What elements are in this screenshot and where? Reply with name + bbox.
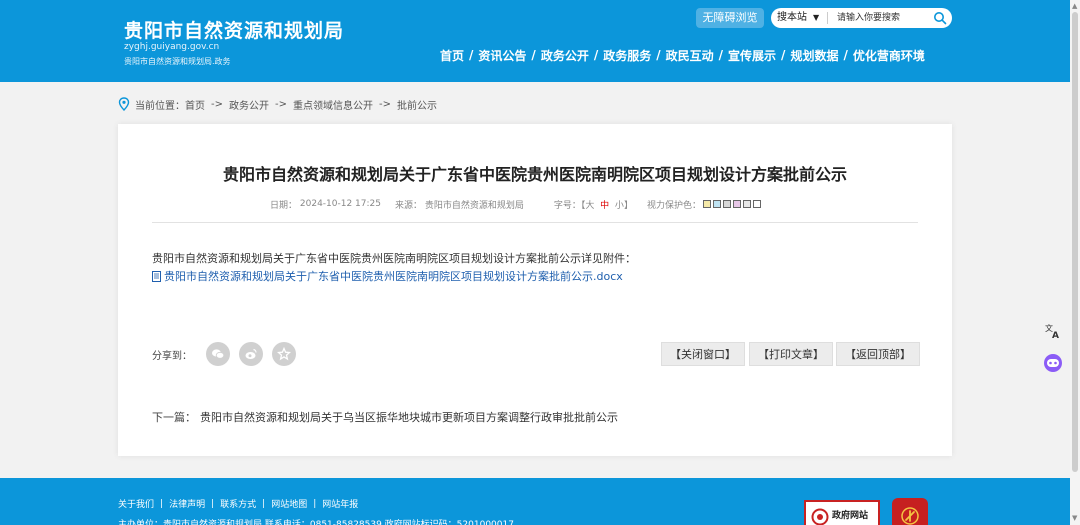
font-size-label: 字号：【 xyxy=(553,200,586,211)
font-size-close: 】 xyxy=(623,200,633,211)
footer-link-contact[interactable]: 联系方式 xyxy=(220,497,256,510)
translate-icon[interactable]: 文 A xyxy=(1040,318,1066,344)
breadcrumb-home[interactable]: 首页 xyxy=(185,97,205,112)
article-card: 贵阳市自然资源和规划局关于广东省中医院贵州医院南明院区项目规划设计方案批前公示 … xyxy=(118,124,952,456)
gov-badge-mark-icon xyxy=(811,508,829,525)
nav-home[interactable]: 首页 xyxy=(440,47,464,64)
back-to-top-button[interactable]: 【返回顶部】 xyxy=(836,342,920,366)
scroll-up-arrow-icon[interactable]: ▲ xyxy=(1072,2,1077,10)
next-article-link[interactable]: 贵阳市自然资源和规划局关于乌当区振华地块城市更新项目方案调整行政审批批前公示 xyxy=(200,409,618,425)
footer-link-legal[interactable]: 法律声明 xyxy=(169,497,205,510)
search-icon[interactable] xyxy=(933,11,947,25)
share-wechat-button[interactable] xyxy=(206,342,230,366)
gov-website-badge[interactable]: 政府网站 xyxy=(804,500,880,525)
source-label: 来源： xyxy=(395,200,423,211)
breadcrumb-arrow: -> xyxy=(211,98,223,110)
next-article-label: 下一篇： xyxy=(152,411,196,424)
eye-color-swatch[interactable] xyxy=(752,200,761,208)
nav-separator: / xyxy=(718,48,724,62)
nav-separator: / xyxy=(781,48,786,62)
eye-color-swatch[interactable] xyxy=(722,200,731,208)
chevron-down-icon: ▼ xyxy=(813,13,820,22)
scrollbar-thumb[interactable] xyxy=(1072,12,1078,472)
breadcrumb-arrow: -> xyxy=(275,98,287,110)
article-body: 贵阳市自然资源和规划局关于广东省中医院贵州医院南明院区项目规划设计方案批前公示详… xyxy=(152,252,636,265)
date-label: 日期： xyxy=(270,200,298,211)
search-box: 搜本站 ▼ 请输入你要搜索 xyxy=(771,8,952,28)
nav-news[interactable]: 资讯公告 xyxy=(478,47,526,64)
breadcrumb-gov-affairs[interactable]: 政务公开 xyxy=(229,97,269,112)
gov-badge-label: 政府网站 xyxy=(832,511,869,521)
footer-link-annual-report[interactable]: 网站年报 xyxy=(322,497,358,510)
article-title: 贵阳市自然资源和规划局关于广东省中医院贵州医院南明院区项目规划设计方案批前公示 xyxy=(222,165,847,184)
site-footer: 关于我们 | 法律声明 | 联系方式 | 网站地图 | 网站年报 主办单位：贵阳… xyxy=(0,478,1070,525)
main-nav: 首页 / 资讯公告 / 政务公开 / 政务服务 / 政民互动 / 宣传展示 / … xyxy=(440,46,925,64)
attachment-link[interactable]: 贵阳市自然资源和规划局关于广东省中医院贵州医院南明院区项目规划设计方案批前公示.… xyxy=(152,268,623,284)
site-domain: zyghj.guiyang.gov.cn xyxy=(124,42,220,52)
breadcrumb-key-areas[interactable]: 重点领域信息公开 xyxy=(293,97,373,112)
document-icon xyxy=(152,270,161,282)
font-size-large[interactable]: 大 xyxy=(585,198,594,211)
accessibility-button[interactable]: 无障碍浏览 xyxy=(696,8,764,28)
breadcrumb-arrow: -> xyxy=(379,98,391,110)
nav-planning-data[interactable]: 规划数据 xyxy=(790,47,838,64)
share-weibo-button[interactable] xyxy=(239,342,263,366)
nav-interaction[interactable]: 政民互动 xyxy=(666,47,714,64)
search-divider xyxy=(827,12,828,24)
breadcrumb: 当前位置： 首页 -> 政务公开 -> 重点领域信息公开 -> 批前公示 xyxy=(118,96,437,112)
footer-info: 主办单位：贵阳市自然资源和规划局 联系电话：0851-85828539 政府网站… xyxy=(118,520,514,525)
share-label: 分享到： xyxy=(152,351,192,362)
nav-separator: / xyxy=(531,48,536,62)
search-input[interactable]: 请输入你要搜索 xyxy=(837,8,900,28)
footer-link-about[interactable]: 关于我们 xyxy=(118,497,154,510)
location-pin-icon xyxy=(118,97,130,111)
eye-care-label: 视力保护色： xyxy=(646,200,701,211)
share-favorite-button[interactable] xyxy=(272,342,296,366)
attachment-filename[interactable]: 贵阳市自然资源和规划局关于广东省中医院贵州医院南明院区项目规划设计方案批前公示.… xyxy=(164,268,623,284)
eye-color-swatch[interactable] xyxy=(712,200,721,208)
article-date: 2024-10-12 17:25 xyxy=(299,199,381,209)
nav-publicity[interactable]: 宣传展示 xyxy=(728,47,776,64)
breadcrumb-prefix: 当前位置： xyxy=(135,100,185,112)
site-header: 贵阳市自然资源和规划局 zyghj.guiyang.gov.cn 贵阳市自然资源… xyxy=(0,0,1080,82)
footer-links: 关于我们 | 法律声明 | 联系方式 | 网站地图 | 网站年报 xyxy=(118,497,359,511)
search-scope-label: 搜本站 xyxy=(777,12,807,23)
nav-gov-services[interactable]: 政务服务 xyxy=(603,47,651,64)
nav-separator: / xyxy=(593,48,599,62)
breadcrumb-pre-approval[interactable]: 批前公示 xyxy=(397,97,437,112)
meta-divider xyxy=(152,222,918,223)
footer-link-sitemap[interactable]: 网站地图 xyxy=(271,497,307,510)
wechat-icon xyxy=(212,349,225,359)
nav-separator: / xyxy=(843,48,848,62)
weibo-icon xyxy=(245,348,257,359)
star-icon xyxy=(277,347,291,361)
search-scope-select[interactable]: 搜本站 ▼ xyxy=(777,8,819,28)
site-title[interactable]: 贵阳市自然资源和规划局 xyxy=(124,16,344,43)
article-source: 贵阳市自然资源和规划局 xyxy=(424,200,524,211)
font-size-small[interactable]: 小 xyxy=(615,198,624,211)
article-meta: 日期： 2024-10-12 17:25 来源： 贵阳市自然资源和规划局 字号：… xyxy=(270,197,761,211)
nav-gov-affairs[interactable]: 政务公开 xyxy=(541,47,589,64)
nav-separator: / xyxy=(469,48,474,62)
nav-separator: / xyxy=(656,48,661,62)
scroll-down-arrow-icon[interactable]: ▼ xyxy=(1072,514,1077,522)
font-size-medium[interactable]: 中 xyxy=(600,198,609,211)
party-emblem-icon[interactable] xyxy=(892,498,928,525)
eye-color-swatch[interactable] xyxy=(732,200,741,208)
svg-text:A: A xyxy=(1052,331,1059,340)
nav-business-env[interactable]: 优化营商环境 xyxy=(853,47,925,64)
eye-color-swatch[interactable] xyxy=(742,200,751,208)
ai-assistant-icon[interactable] xyxy=(1040,350,1066,376)
eye-color-swatch[interactable] xyxy=(702,200,711,208)
site-subtitle: 贵阳市自然资源和规划局.政务 xyxy=(124,57,231,66)
print-article-button[interactable]: 【打印文章】 xyxy=(749,342,833,366)
close-window-button[interactable]: 【关闭窗口】 xyxy=(661,342,745,366)
